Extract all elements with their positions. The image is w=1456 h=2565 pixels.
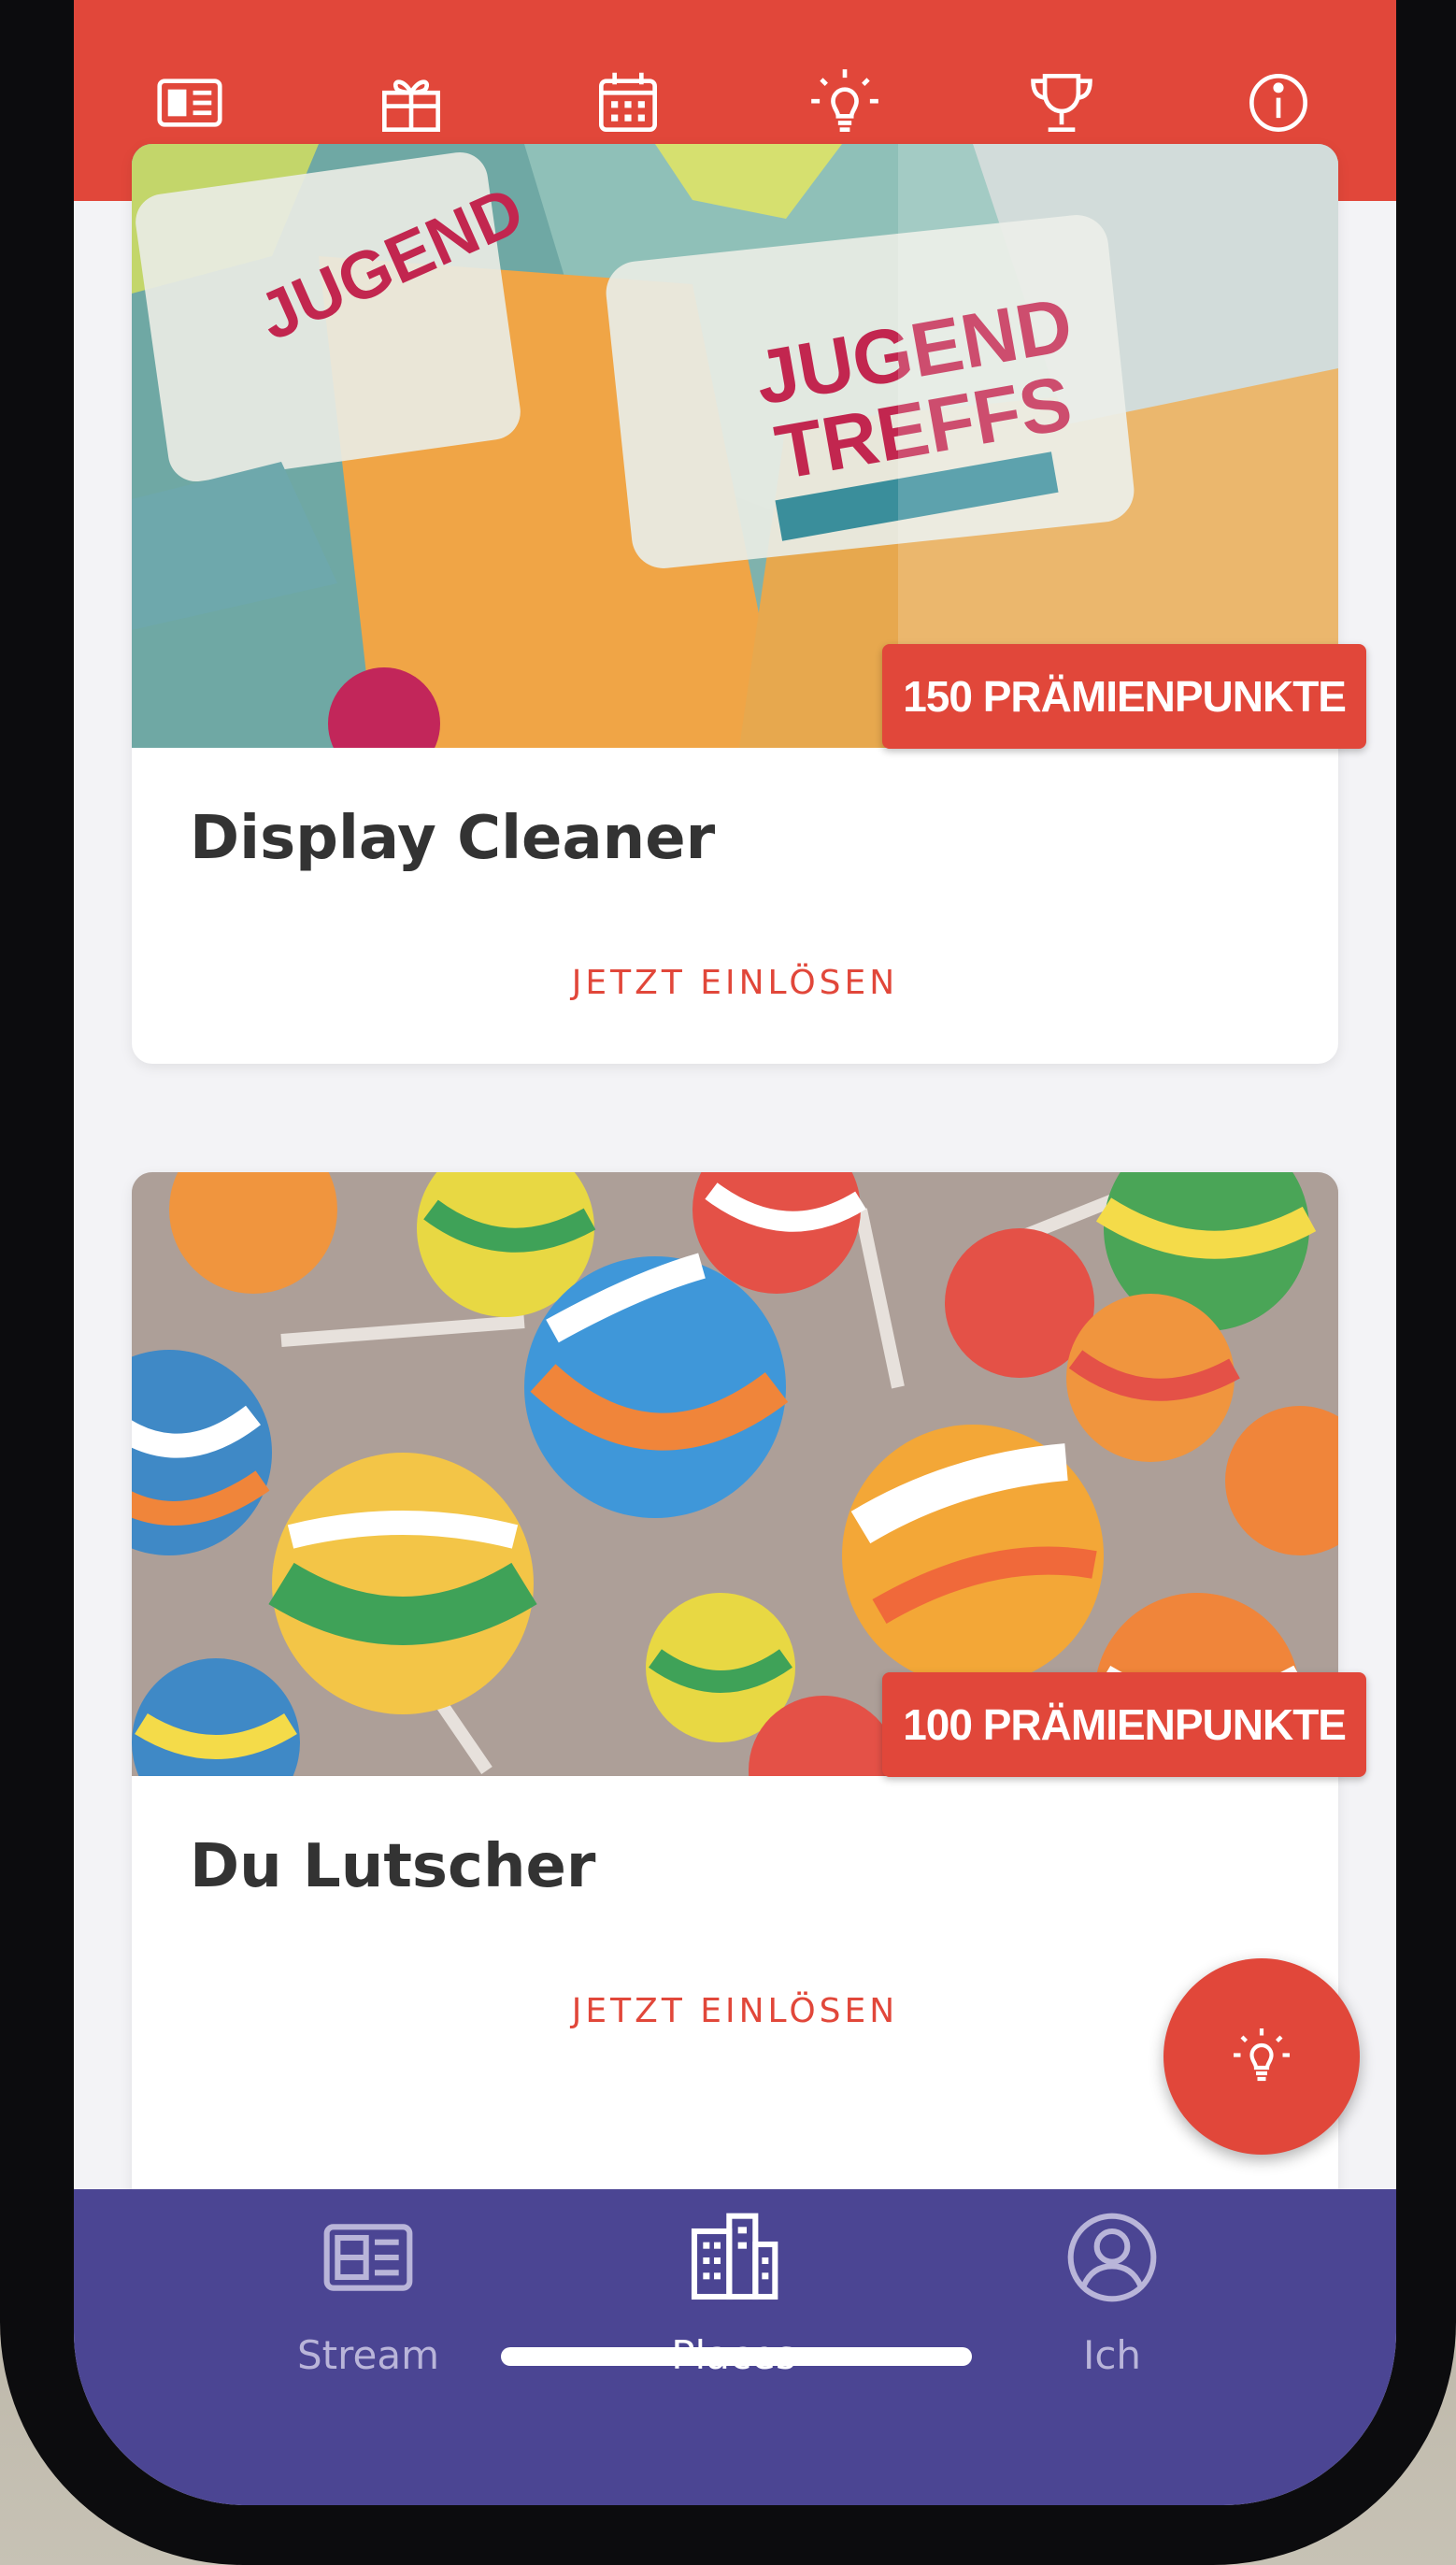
points-badge: 100 PRÄMIENPUNKTE <box>882 1672 1366 1777</box>
newspaper-icon <box>323 2224 413 2291</box>
trophy-icon <box>1031 74 1092 132</box>
lightbulb-icon <box>1234 2028 1290 2082</box>
phone-frame: JUGEND JUGEND TREFFS 150 PRÄMIENPUNKTE D… <box>0 0 1456 2565</box>
redeem-button[interactable]: JETZT EINLÖSEN <box>132 1992 1338 2030</box>
reward-card[interactable]: JUGEND JUGEND TREFFS 150 PRÄMIENPUNKTE D… <box>132 144 1366 1064</box>
tab-info[interactable] <box>1227 51 1330 154</box>
info-icon <box>1249 74 1307 132</box>
redeem-button[interactable]: JETZT EINLÖSEN <box>132 964 1338 1002</box>
tab-rewards[interactable] <box>360 51 463 154</box>
reward-title: Display Cleaner <box>190 804 716 873</box>
tab-ideas[interactable] <box>793 51 896 154</box>
nav-places[interactable]: Places <box>593 2205 874 2411</box>
nav-profile[interactable]: Ich <box>972 2205 1252 2411</box>
points-badge: 150 PRÄMIENPUNKTE <box>882 644 1366 749</box>
reward-title: Du Lutscher <box>190 1832 596 1901</box>
calendar-icon <box>599 72 657 132</box>
buildings-icon <box>691 2213 778 2300</box>
user-circle-icon <box>1067 2213 1157 2302</box>
reward-card[interactable]: 100 PRÄMIENPUNKTE Du Lutscher JETZT EINL… <box>132 1172 1366 2247</box>
app-screen: JUGEND JUGEND TREFFS 150 PRÄMIENPUNKTE D… <box>74 0 1396 2505</box>
lightbulb-icon <box>811 69 878 132</box>
nav-stream[interactable]: Stream <box>228 2205 508 2411</box>
suggest-idea-button[interactable] <box>1163 1958 1360 2155</box>
home-indicator <box>501 2347 972 2366</box>
tab-news[interactable] <box>138 51 241 154</box>
tab-ranking[interactable] <box>1010 51 1113 154</box>
newspaper-icon <box>157 79 222 127</box>
nav-label: Stream <box>297 2332 439 2378</box>
tab-calendar[interactable] <box>577 51 679 154</box>
nav-label: Ich <box>1082 2332 1142 2378</box>
gift-icon <box>382 79 440 132</box>
